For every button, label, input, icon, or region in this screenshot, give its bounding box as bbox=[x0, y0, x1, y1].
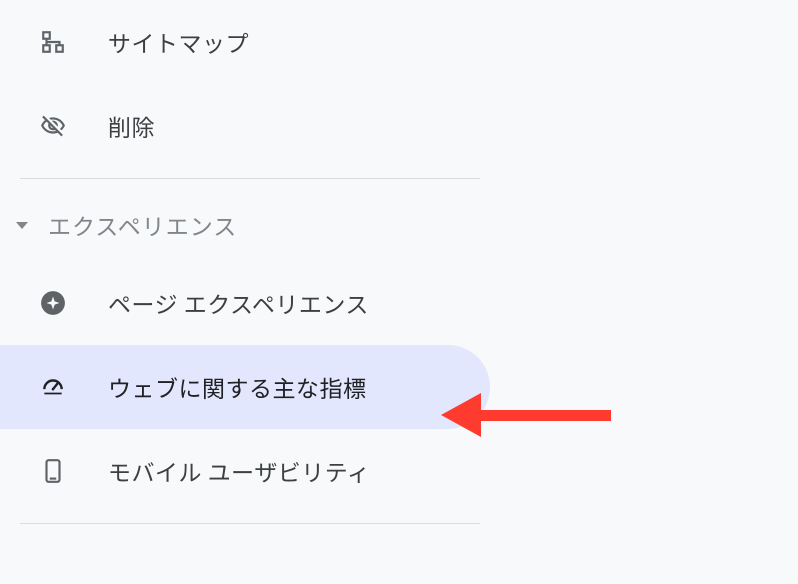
arrow-line bbox=[481, 410, 611, 421]
sidebar-item-core-web-vitals[interactable]: ウェブに関する主な指標 bbox=[0, 345, 490, 429]
divider bbox=[20, 523, 480, 524]
section-header-experience[interactable]: エクスペリエンス bbox=[0, 195, 490, 255]
speed-icon bbox=[40, 374, 66, 400]
section-title: エクスペリエンス bbox=[48, 208, 237, 242]
sidebar: サイトマップ 削除 エクスペリエンス ページ エクスペリエンス bbox=[0, 0, 490, 524]
arrow-head-icon bbox=[441, 393, 481, 437]
sidebar-item-label: 削除 bbox=[108, 109, 155, 143]
annotation-arrow bbox=[441, 393, 611, 437]
divider bbox=[20, 178, 480, 179]
visibility-off-icon bbox=[40, 113, 66, 139]
caret-down-icon bbox=[16, 222, 28, 229]
sidebar-item-label: サイトマップ bbox=[108, 25, 249, 59]
sidebar-item-removals[interactable]: 削除 bbox=[0, 84, 490, 168]
sidebar-item-page-experience[interactable]: ページ エクスペリエンス bbox=[0, 261, 490, 345]
sidebar-item-label: モバイル ユーザビリティ bbox=[108, 454, 370, 488]
sidebar-item-sitemap[interactable]: サイトマップ bbox=[0, 0, 490, 84]
sparkle-icon bbox=[40, 290, 66, 316]
sidebar-item-mobile-usability[interactable]: モバイル ユーザビリティ bbox=[0, 429, 490, 513]
sitemap-icon bbox=[40, 29, 66, 55]
smartphone-icon bbox=[40, 458, 66, 484]
sidebar-item-label: ページ エクスペリエンス bbox=[108, 286, 369, 320]
sidebar-item-label: ウェブに関する主な指標 bbox=[108, 370, 367, 404]
